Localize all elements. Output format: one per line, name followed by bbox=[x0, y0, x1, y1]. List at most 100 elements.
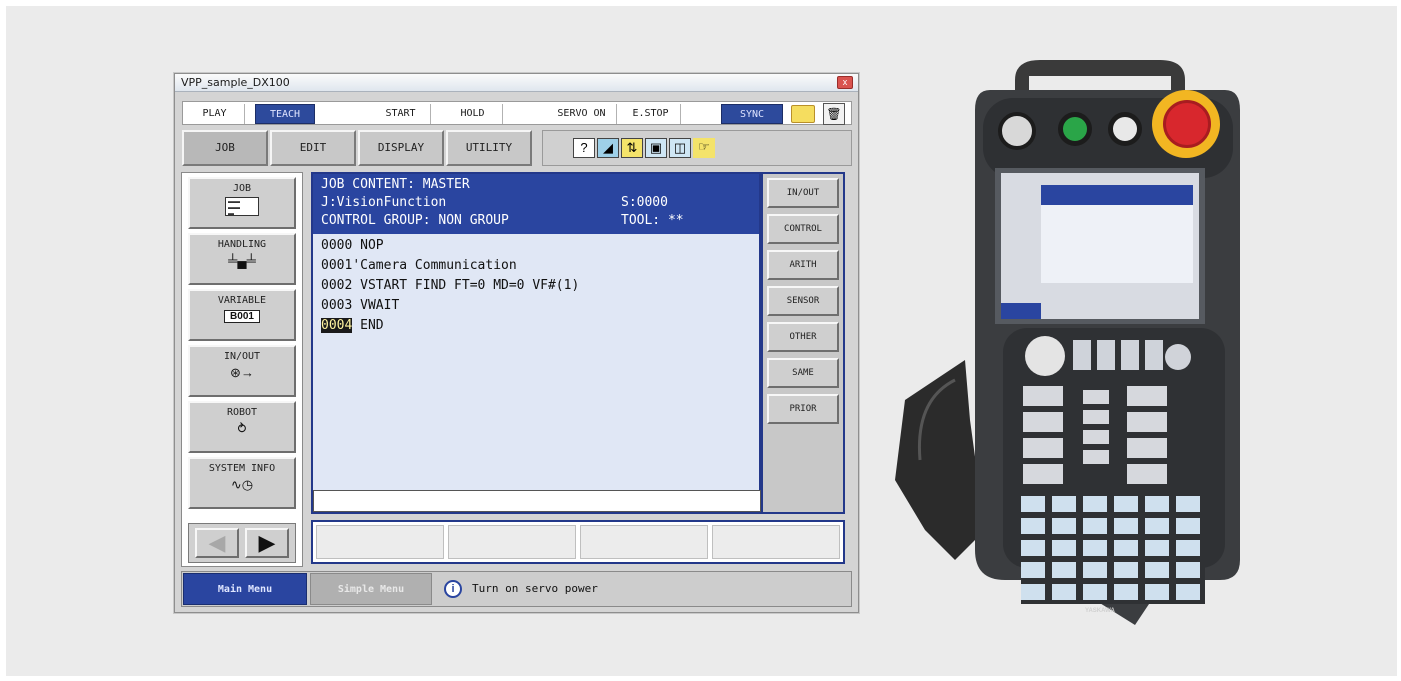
pendant-window: VPP_sample_DX100 x PLAY TEACH START HOLD… bbox=[174, 73, 859, 613]
instr-arith-button[interactable]: ARITH bbox=[767, 250, 839, 280]
status-icon-strip: ? ◢ ⇅ ▣ ◫ ☞ bbox=[542, 130, 852, 166]
instr-control-button[interactable]: CONTROL bbox=[767, 214, 839, 244]
servo-on-ready-button[interactable] bbox=[1058, 112, 1092, 146]
line-number: 0001 bbox=[321, 258, 353, 273]
simple-menu-button[interactable]: Simple Menu bbox=[310, 573, 432, 605]
instr-other-button[interactable]: OTHER bbox=[767, 322, 839, 352]
function-key[interactable] bbox=[448, 525, 576, 559]
line-text: VSTART FIND FT=0 MD=0 VF#(1) bbox=[352, 278, 580, 293]
main-menu-panel: JOB ▬▬ ▬▬ ▬ HANDLING ╧▄╧ VARIABLE B001 IN/… bbox=[181, 172, 303, 567]
job-line[interactable]: 0003 VWAIT bbox=[321, 296, 579, 316]
tab-edit[interactable]: EDIT bbox=[270, 130, 356, 166]
menu-job-label: JOB bbox=[232, 183, 252, 194]
tab-utility[interactable]: UTILITY bbox=[446, 130, 532, 166]
instr-inout-button[interactable]: IN/OUT bbox=[767, 178, 839, 208]
instr-sensor-button[interactable]: SENSOR bbox=[767, 286, 839, 316]
line-text: 'Camera Communication bbox=[352, 258, 517, 273]
status-message: Turn on servo power bbox=[472, 582, 598, 595]
axis-keys-right[interactable] bbox=[1127, 386, 1167, 486]
menu-job-button[interactable]: JOB ▬▬ ▬▬ ▬ bbox=[188, 177, 296, 229]
tool-number: TOOL: ** bbox=[621, 213, 684, 228]
page-arrows: ◀ ▶ bbox=[188, 523, 296, 563]
start-button[interactable]: START bbox=[371, 104, 431, 124]
instruction-menu: IN/OUT CONTROL ARITH SENSOR OTHER SAME P… bbox=[761, 172, 845, 514]
menu-handling-button[interactable]: HANDLING ╧▄╧ bbox=[188, 233, 296, 285]
menu-tabs: JOB EDIT DISPLAY UTILITY ? ◢ ⇅ ▣ ◫ ☞ bbox=[182, 130, 852, 166]
function-key[interactable] bbox=[580, 525, 708, 559]
info-icon: i bbox=[444, 580, 462, 598]
title-bar: VPP_sample_DX100 x bbox=[175, 74, 858, 92]
speed-icon: ◢ bbox=[597, 138, 619, 158]
step-counter: S:0000 bbox=[621, 195, 668, 210]
key-switch[interactable] bbox=[998, 112, 1036, 150]
function-keys-row[interactable] bbox=[1073, 340, 1163, 370]
menu-robot-label: ROBOT bbox=[226, 407, 258, 418]
gripper-icon: ╧▄╧ bbox=[228, 253, 256, 268]
hold-hardware-button[interactable] bbox=[1108, 112, 1142, 146]
tab-display[interactable]: DISPLAY bbox=[358, 130, 444, 166]
control-group: CONTROL GROUP: NON GROUP bbox=[321, 213, 509, 228]
job-content-title: JOB CONTENT: MASTER bbox=[321, 177, 470, 192]
menu-inout-button[interactable]: IN/OUT ⊛→ bbox=[188, 345, 296, 397]
line-text: END bbox=[352, 318, 384, 333]
line-number: 0002 bbox=[321, 278, 353, 293]
robot-arm-icon: ⥁ bbox=[237, 421, 247, 436]
menu-variable-button[interactable]: VARIABLE B001 bbox=[188, 289, 296, 341]
menu-handling-label: HANDLING bbox=[217, 239, 267, 250]
instr-same-button[interactable]: SAME bbox=[767, 358, 839, 388]
line-number: 0000 bbox=[321, 238, 353, 253]
brand-label: YASKAWA bbox=[1085, 608, 1115, 614]
input-line[interactable] bbox=[313, 490, 761, 512]
line-text: VWAIT bbox=[352, 298, 400, 313]
folder-icon[interactable] bbox=[791, 105, 815, 123]
variable-value: B001 bbox=[224, 310, 260, 323]
hold-button[interactable]: HOLD bbox=[443, 104, 503, 124]
arrow-left-icon[interactable]: ◀ bbox=[195, 528, 239, 558]
cursor-line-number: 0004 bbox=[321, 318, 353, 333]
monitor-icon: ◫ bbox=[669, 138, 691, 158]
job-content-panel: JOB CONTENT: MASTER J:VisionFunction S:0… bbox=[311, 172, 761, 514]
tab-job[interactable]: JOB bbox=[182, 130, 268, 166]
window-title: VPP_sample_DX100 bbox=[181, 76, 290, 89]
center-keys[interactable] bbox=[1083, 390, 1109, 470]
menu-robot-button[interactable]: ROBOT ⥁ bbox=[188, 401, 296, 453]
axis-keys-left[interactable] bbox=[1023, 386, 1063, 486]
sync-button[interactable]: SYNC bbox=[721, 104, 783, 124]
teach-button[interactable]: TEACH bbox=[255, 104, 315, 124]
system-info-icon: ∿◷ bbox=[230, 477, 254, 492]
job-line[interactable]: 0000 NOP bbox=[321, 236, 579, 256]
jog-select-key[interactable] bbox=[1025, 336, 1065, 376]
play-button[interactable]: PLAY bbox=[185, 104, 245, 124]
job-name: J:VisionFunction bbox=[321, 195, 447, 210]
arrow-right-icon[interactable]: ▶ bbox=[245, 528, 289, 558]
close-button[interactable]: x bbox=[837, 76, 853, 89]
job-line[interactable]: 0004 END bbox=[321, 316, 579, 336]
main-menu-button[interactable]: Main Menu bbox=[183, 573, 307, 605]
job-header: JOB CONTENT: MASTER J:VisionFunction S:0… bbox=[313, 174, 759, 234]
menu-inout-label: IN/OUT bbox=[223, 351, 261, 362]
job-line[interactable]: 0002 VSTART FIND FT=0 MD=0 VF#(1) bbox=[321, 276, 579, 296]
help-icon: ? bbox=[573, 138, 595, 158]
select-key[interactable] bbox=[1165, 344, 1191, 370]
menu-system-info-button[interactable]: SYSTEM INFO ∿◷ bbox=[188, 457, 296, 509]
instr-prior-button[interactable]: PRIOR bbox=[767, 394, 839, 424]
line-number: 0003 bbox=[321, 298, 353, 313]
job-lines: 0000 NOP 0001'Camera Communication 0002 … bbox=[321, 236, 579, 336]
function-key[interactable] bbox=[712, 525, 840, 559]
job-document-icon: ▬▬ ▬▬ ▬ bbox=[225, 197, 259, 217]
emergency-stop-button[interactable] bbox=[1163, 100, 1211, 148]
tool-icon: ▣ bbox=[645, 138, 667, 158]
status-bar: Main Menu Simple Menu i Turn on servo po… bbox=[181, 571, 852, 607]
trash-icon[interactable]: 🗑 bbox=[823, 103, 845, 125]
function-key-bar bbox=[311, 520, 845, 564]
function-key[interactable] bbox=[316, 525, 444, 559]
mode-toolbar: PLAY TEACH START HOLD SERVO ON E.STOP SY… bbox=[182, 101, 852, 125]
keypad-grid bbox=[1021, 496, 1205, 604]
servo-on-button[interactable]: SERVO ON bbox=[547, 104, 617, 124]
hand-icon: ☞ bbox=[693, 138, 715, 158]
estop-button[interactable]: E.STOP bbox=[621, 104, 681, 124]
teach-pendant-device: YASKAWA bbox=[895, 60, 1245, 630]
line-text: NOP bbox=[352, 238, 384, 253]
signal-out-icon: ⊛→ bbox=[230, 365, 254, 380]
job-line[interactable]: 0001'Camera Communication bbox=[321, 256, 579, 276]
